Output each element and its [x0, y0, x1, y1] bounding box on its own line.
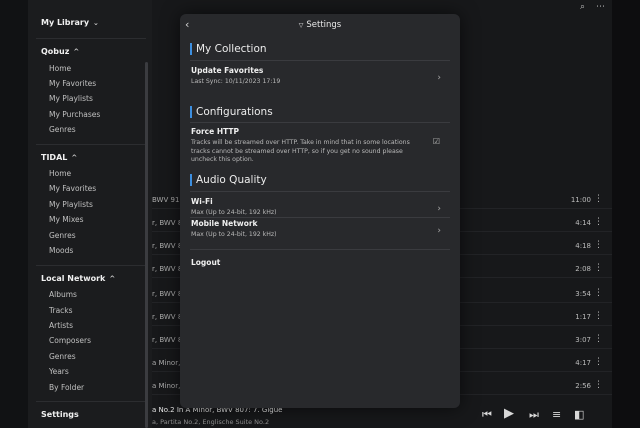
filter-icon: ▽: [298, 22, 304, 29]
more-vertical-icon[interactable]: ⋮: [594, 357, 603, 367]
sidebar-scrollbar[interactable]: [145, 62, 148, 428]
section-audio-quality: Audio Quality: [190, 174, 267, 186]
play-icon[interactable]: ▶: [504, 406, 514, 421]
track-title: r, BWV 8: [152, 242, 183, 250]
more-vertical-icon[interactable]: ⋮: [594, 263, 603, 273]
sidebar-item-artists[interactable]: Artists: [49, 321, 73, 330]
divider: [190, 217, 450, 218]
sidebar-my-library-label: My Library: [41, 18, 90, 27]
sidebar-item-tidal-playlists[interactable]: My Playlists: [49, 200, 93, 209]
track-duration: 3:07: [575, 336, 591, 344]
sidebar-local-network-label: Local Network: [41, 274, 106, 283]
chevron-right-icon: ›: [437, 226, 441, 236]
sidebar-item-tidal-moods[interactable]: Moods: [49, 246, 73, 255]
wifi-label: Wi-Fi: [191, 197, 213, 206]
settings-dialog: ‹ ▽ Settings My Collection Update Favorit…: [180, 14, 460, 408]
sidebar-qobuz[interactable]: Qobuz ^: [41, 47, 79, 56]
previous-icon[interactable]: ⏮: [482, 408, 492, 422]
track-title: r, BWV 8: [152, 219, 183, 227]
wifi-quality-row[interactable]: Wi-Fi Max (Up to 24-bit, 192 kHz) ›: [191, 197, 449, 219]
sidebar-item-qobuz-purchases[interactable]: My Purchases: [49, 110, 100, 119]
divider: [36, 401, 146, 402]
track-title: r, BWV 8: [152, 290, 183, 298]
force-http-label: Force HTTP: [191, 127, 239, 136]
divider: [36, 144, 146, 145]
chevron-up-icon: ^: [73, 48, 80, 56]
checkbox-icon[interactable]: ☑: [433, 137, 440, 146]
more-vertical-icon[interactable]: ⋮: [594, 194, 603, 204]
more-vertical-icon[interactable]: ⋮: [594, 311, 603, 321]
chevron-up-icon: ^: [71, 154, 78, 162]
more-vertical-icon[interactable]: ⋮: [594, 334, 603, 344]
search-icon[interactable]: ⌕: [580, 2, 585, 12]
sidebar-item-tidal-favorites[interactable]: My Favorites: [49, 184, 96, 193]
dialog-header: ‹ ▽ Settings: [180, 14, 460, 36]
queue-icon[interactable]: ≡: [552, 408, 561, 421]
chevron-right-icon: ›: [437, 204, 441, 214]
more-vertical-icon[interactable]: ⋮: [594, 217, 603, 227]
sidebar-item-years[interactable]: Years: [49, 367, 69, 376]
sidebar-item-tracks[interactable]: Tracks: [49, 306, 73, 315]
chevron-down-icon: ⌄: [93, 19, 99, 27]
sidebar-tidal-label: TIDAL: [41, 153, 68, 162]
dialog-title: ▽ Settings: [180, 20, 460, 30]
sidebar-item-albums[interactable]: Albums: [49, 290, 77, 299]
sidebar-item-genres[interactable]: Genres: [49, 352, 76, 361]
logout-label: Logout: [191, 258, 221, 267]
divider: [190, 249, 450, 250]
dialog-title-label: Settings: [306, 20, 342, 30]
track-duration: 4:14: [575, 219, 591, 227]
sidebar-item-qobuz-genres[interactable]: Genres: [49, 125, 76, 134]
track-duration: 2:56: [575, 382, 591, 390]
sidebar-item-qobuz-home[interactable]: Home: [49, 64, 71, 73]
logout-button[interactable]: Logout: [191, 258, 449, 270]
mobile-network-quality-value: Max (Up to 24-bit, 192 kHz): [191, 231, 277, 238]
track-duration: 1:17: [575, 313, 591, 321]
track-duration: 11:00: [570, 196, 591, 204]
update-favorites-label: Update Favorites: [191, 66, 264, 75]
section-configurations: Configurations: [190, 106, 273, 118]
divider: [36, 38, 146, 39]
sidebar-item-composers[interactable]: Composers: [49, 336, 91, 345]
sidebar-tidal[interactable]: TIDAL ^: [41, 153, 77, 162]
mobile-network-quality-row[interactable]: Mobile Network Max (Up to 24-bit, 192 kH…: [191, 219, 449, 241]
right-edge: [612, 0, 640, 428]
force-http-row[interactable]: Force HTTP Tracks will be streamed over …: [191, 127, 449, 163]
chevron-up-icon: ^: [109, 275, 116, 283]
force-http-description: Tracks will be streamed over HTTP. Take …: [191, 139, 410, 163]
sidebar-local-network[interactable]: Local Network ^: [41, 274, 115, 283]
more-vertical-icon[interactable]: ⋮: [594, 380, 603, 390]
sidebar-item-tidal-genres[interactable]: Genres: [49, 231, 76, 240]
last-sync-text: Last Sync: 10/11/2023 17:19: [191, 78, 281, 85]
output-device-icon[interactable]: ◧: [574, 408, 584, 421]
divider: [190, 60, 450, 61]
sidebar-item-qobuz-playlists[interactable]: My Playlists: [49, 94, 93, 103]
now-playing-subtitle: a, Partita No.2, Englische Suite No.2: [152, 418, 270, 426]
next-icon[interactable]: ⏭: [529, 408, 539, 422]
divider: [190, 122, 450, 123]
more-vertical-icon[interactable]: ⋮: [594, 240, 603, 250]
more-vertical-icon[interactable]: ⋮: [594, 288, 603, 298]
track-title: r, BWV 8: [152, 313, 183, 321]
divider: [36, 265, 146, 266]
more-icon[interactable]: ⋯: [596, 2, 605, 12]
sidebar-my-library[interactable]: My Library ⌄: [41, 18, 99, 27]
mobile-network-label: Mobile Network: [191, 219, 258, 228]
track-duration: 2:08: [575, 265, 591, 273]
track-title: r, BWV 8: [152, 336, 183, 344]
section-my-collection: My Collection: [190, 43, 267, 55]
sidebar-settings[interactable]: Settings: [41, 410, 79, 419]
sidebar-item-qobuz-favorites[interactable]: My Favorites: [49, 79, 96, 88]
sidebar-qobuz-label: Qobuz: [41, 47, 70, 56]
chevron-right-icon: ›: [437, 73, 441, 83]
update-favorites-row[interactable]: Update Favorites Last Sync: 10/11/2023 1…: [191, 66, 449, 90]
sidebar-item-by-folder[interactable]: By Folder: [49, 383, 84, 392]
track-duration: 4:17: [575, 359, 591, 367]
track-duration: 4:18: [575, 242, 591, 250]
divider: [190, 191, 450, 192]
track-duration: 3:54: [575, 290, 591, 298]
sidebar: My Library ⌄ Qobuz ^ Home My Favorites My …: [28, 0, 152, 428]
sidebar-item-tidal-home[interactable]: Home: [49, 169, 71, 178]
sidebar-item-tidal-mixes[interactable]: My Mixes: [49, 215, 84, 224]
